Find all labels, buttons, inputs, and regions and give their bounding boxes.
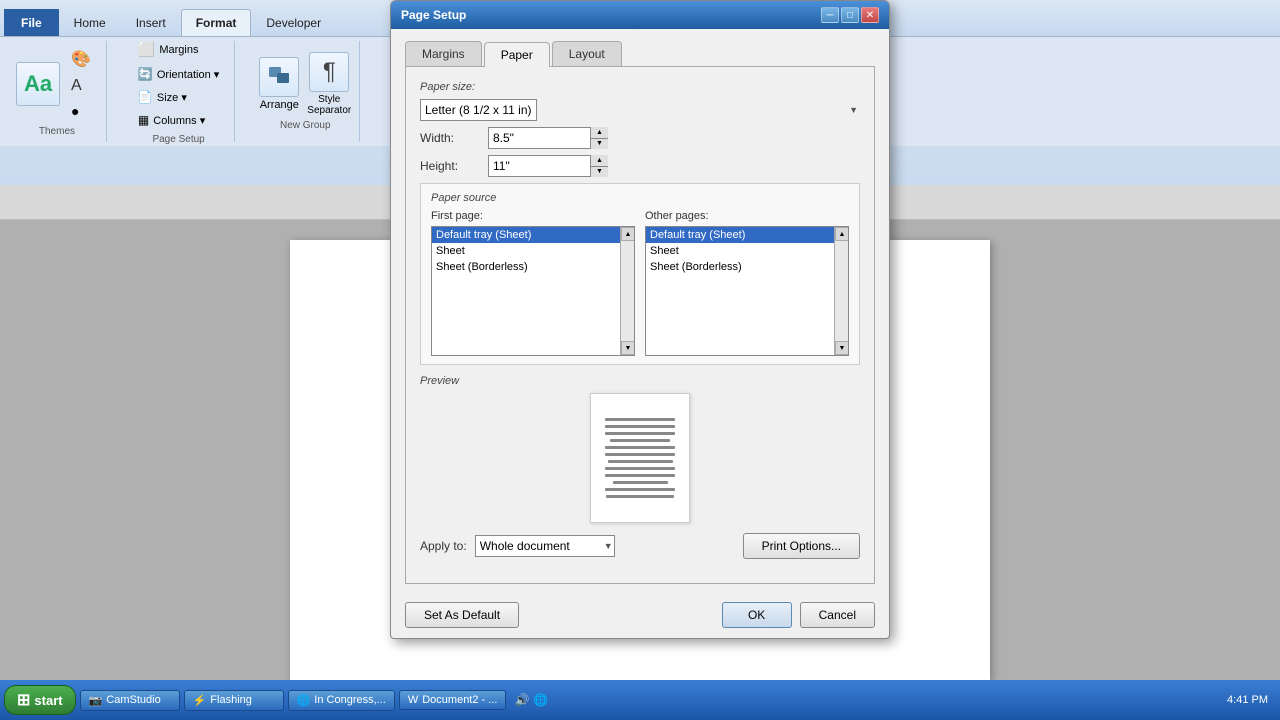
first-page-item-0[interactable]: Default tray (Sheet) <box>432 227 634 243</box>
cancel-button[interactable]: Cancel <box>800 602 875 628</box>
dialog-content: Margins Paper Layout Paper size: Letter … <box>391 29 889 596</box>
page-setup-dialog: Page Setup ─ □ ✕ Margins Paper Layout Pa… <box>390 0 890 639</box>
height-label: Height: <box>420 159 480 173</box>
taskbar-clock: 4:41 PM <box>1219 694 1276 706</box>
source-columns: First page: Default tray (Sheet) Sheet S… <box>431 210 849 356</box>
taskbar: ⊞ start 📷 CamStudio ⚡ Flashing 🌐 In Cong… <box>0 680 1280 720</box>
width-spinner: ▲ ▼ <box>488 127 608 149</box>
modal-overlay: Page Setup ─ □ ✕ Margins Paper Layout Pa… <box>0 0 1280 680</box>
preview-box <box>590 393 690 523</box>
other-pages-label: Other pages: <box>645 210 849 222</box>
preview-section: Preview <box>420 375 860 523</box>
tab-margins[interactable]: Margins <box>405 41 482 66</box>
dialog-titlebar: Page Setup ─ □ ✕ <box>391 1 889 29</box>
maximize-button[interactable]: □ <box>841 7 859 23</box>
set-as-default-button[interactable]: Set As Default <box>405 602 519 628</box>
dialog-panel: Paper size: Letter (8 1/2 x 11 in) A4 Le… <box>405 67 875 584</box>
first-page-scrollbar: ▲ ▼ <box>620 227 634 355</box>
height-up-button[interactable]: ▲ <box>591 155 608 167</box>
footer-left: Set As Default <box>405 602 519 628</box>
paper-size-select[interactable]: Letter (8 1/2 x 11 in) A4 Legal <box>420 99 537 121</box>
footer-right: OK Cancel <box>722 602 875 628</box>
width-spinner-btns: ▲ ▼ <box>590 127 608 149</box>
paper-size-label: Paper size: <box>420 81 860 93</box>
scroll-up-other[interactable]: ▲ <box>835 227 849 241</box>
width-down-button[interactable]: ▼ <box>591 139 608 150</box>
apply-to-select[interactable]: Whole document This section This point f… <box>475 535 615 557</box>
scroll-up-first[interactable]: ▲ <box>621 227 635 241</box>
width-label: Width: <box>420 131 480 145</box>
taskbar-item-word[interactable]: W Document2 - ... <box>399 690 507 710</box>
height-spinner: ▲ ▼ <box>488 155 608 177</box>
taskbar-item-flashing[interactable]: ⚡ Flashing <box>184 690 284 711</box>
paper-source-label: Paper source <box>431 192 849 204</box>
width-row: Width: ▲ ▼ <box>420 127 860 149</box>
apply-to-select-wrapper: Whole document This section This point f… <box>475 535 615 557</box>
height-row: Height: ▲ ▼ <box>420 155 860 177</box>
scroll-down-other[interactable]: ▼ <box>835 341 849 355</box>
clock-time: 4:41 PM <box>1227 694 1268 706</box>
tab-layout[interactable]: Layout <box>552 41 622 66</box>
taskbar-item-camstudio[interactable]: 📷 CamStudio <box>80 690 180 711</box>
tab-paper[interactable]: Paper <box>484 42 550 67</box>
ok-button[interactable]: OK <box>722 602 792 628</box>
height-spinner-btns: ▲ ▼ <box>590 155 608 177</box>
taskbar-system-icons: 🔊 🌐 <box>510 693 552 707</box>
first-page-column: First page: Default tray (Sheet) Sheet S… <box>431 210 635 356</box>
paper-size-row: Letter (8 1/2 x 11 in) A4 Legal <box>420 99 860 121</box>
dialog-tabs: Margins Paper Layout <box>405 41 875 67</box>
other-pages-scrollbar: ▲ ▼ <box>834 227 848 355</box>
paper-size-select-wrapper: Letter (8 1/2 x 11 in) A4 Legal <box>420 99 860 121</box>
first-page-listbox[interactable]: Default tray (Sheet) Sheet Sheet (Border… <box>431 226 635 356</box>
first-page-label: First page: <box>431 210 635 222</box>
dialog-title: Page Setup <box>401 8 466 22</box>
width-up-button[interactable]: ▲ <box>591 127 608 139</box>
dialog-controls: ─ □ ✕ <box>821 7 879 23</box>
scroll-down-first[interactable]: ▼ <box>621 341 635 355</box>
apply-to-label: Apply to: <box>420 539 467 553</box>
close-button[interactable]: ✕ <box>861 7 879 23</box>
dialog-footer: Set As Default OK Cancel <box>391 596 889 638</box>
taskbar-item-incongress[interactable]: 🌐 In Congress,... <box>288 690 395 711</box>
first-page-item-2[interactable]: Sheet (Borderless) <box>432 259 634 275</box>
minimize-button[interactable]: ─ <box>821 7 839 23</box>
other-pages-listbox[interactable]: Default tray (Sheet) Sheet Sheet (Border… <box>645 226 849 356</box>
first-page-item-1[interactable]: Sheet <box>432 243 634 259</box>
print-options-button[interactable]: Print Options... <box>743 533 860 559</box>
start-button[interactable]: ⊞ start <box>4 685 76 715</box>
paper-source-section: Paper source First page: Default tray (S… <box>420 183 860 365</box>
other-pages-item-1[interactable]: Sheet <box>646 243 848 259</box>
preview-label: Preview <box>420 375 860 387</box>
apply-to-row: Apply to: Whole document This section Th… <box>420 533 860 559</box>
height-down-button[interactable]: ▼ <box>591 167 608 178</box>
start-label: start <box>34 693 62 708</box>
other-pages-item-2[interactable]: Sheet (Borderless) <box>646 259 848 275</box>
other-pages-column: Other pages: Default tray (Sheet) Sheet … <box>645 210 849 356</box>
other-pages-item-0[interactable]: Default tray (Sheet) <box>646 227 848 243</box>
